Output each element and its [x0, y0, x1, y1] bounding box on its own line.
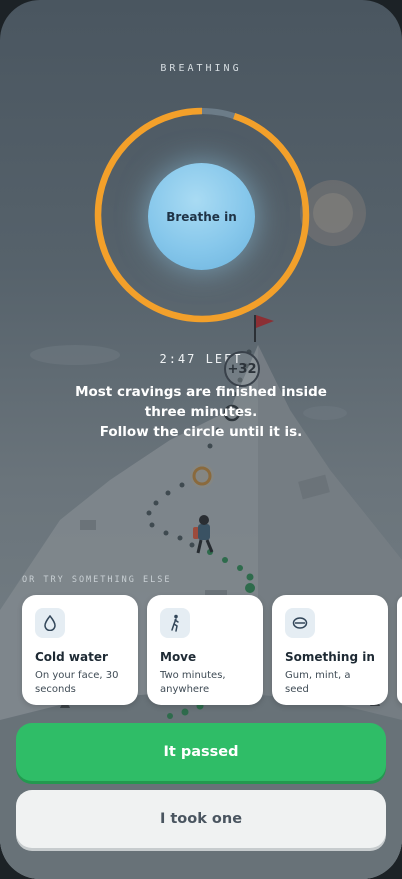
phone-screen: BREATHING Breathe in 2:47 LEFT +32 Most … — [0, 0, 402, 879]
time-left: 2:47 LEFT — [159, 352, 243, 366]
message-line-1: Most cravings are finished inside three … — [75, 384, 327, 420]
it-passed-button[interactable]: It passed — [16, 723, 386, 781]
card-next-peek[interactable] — [397, 595, 402, 705]
breathe-circle[interactable]: Breathe in — [148, 163, 255, 270]
alternatives-label: OR TRY SOMETHING ELSE — [22, 575, 172, 585]
message-line-2: Follow the circle until it is. — [99, 424, 303, 440]
card-subtitle: On your face, 30 seconds — [35, 670, 119, 695]
i-took-one-button[interactable]: I took one — [16, 790, 386, 848]
card-subtitle: Two minutes, anywhere — [160, 670, 226, 695]
card-something-in[interactable]: Something in Gum, mint, a seed — [272, 595, 388, 705]
card-cold-water[interactable]: Cold water On your face, 30 seconds — [22, 595, 138, 705]
card-subtitle: Gum, mint, a seed — [285, 670, 351, 695]
alternatives-carousel[interactable]: Cold water On your face, 30 seconds Move… — [22, 595, 402, 705]
gum-icon — [285, 608, 315, 638]
card-move[interactable]: Move Two minutes, anywhere — [147, 595, 263, 705]
message: Most cravings are finished inside three … — [60, 382, 342, 442]
card-title: Something in — [285, 650, 375, 664]
card-title: Cold water — [35, 650, 108, 664]
water-drop-icon — [35, 608, 65, 638]
breathe-instruction: Breathe in — [166, 209, 237, 224]
walking-person-icon — [160, 608, 190, 638]
card-title: Move — [160, 650, 197, 664]
section-label: BREATHING — [160, 63, 242, 74]
